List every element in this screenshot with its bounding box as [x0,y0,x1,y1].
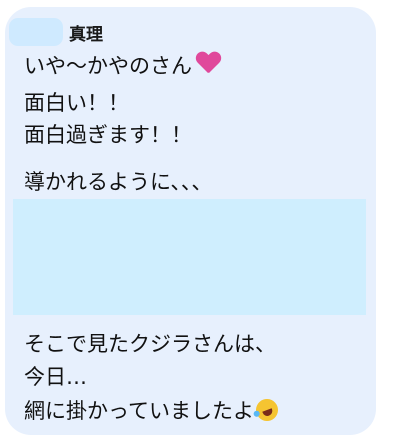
sender-row: 真理 [9,17,103,47]
message-line: そこで見たクジラさんは、 [24,330,276,358]
message-line: いや〜かやのさん [24,52,221,80]
pink-heart-icon [196,52,221,76]
redacted-image-block [13,199,366,315]
redacted-sender-prefix [9,18,63,46]
message-text: 導かれるように、、、 [24,170,213,194]
message-text: 今日… [24,365,87,389]
message-text: いや〜かやのさん [24,54,192,78]
rolling-laughing-face-icon [252,395,282,425]
message-text: そこで見たクジラさんは、 [24,332,276,356]
message-text: 網に掛かっていましたよ [24,399,254,423]
message-text: 面白過ぎます！！ [24,123,192,147]
message-text: 面白い！！ [24,91,129,115]
message-line: 今日… [24,363,87,391]
sender-name: 真理 [69,24,103,45]
message-line: 導かれるように、、、 [24,168,212,196]
message-line: 面白い！！ [24,89,129,117]
message-line: 面白過ぎます！！ [24,121,192,149]
message-line: 網に掛かっていましたよ [24,395,282,425]
